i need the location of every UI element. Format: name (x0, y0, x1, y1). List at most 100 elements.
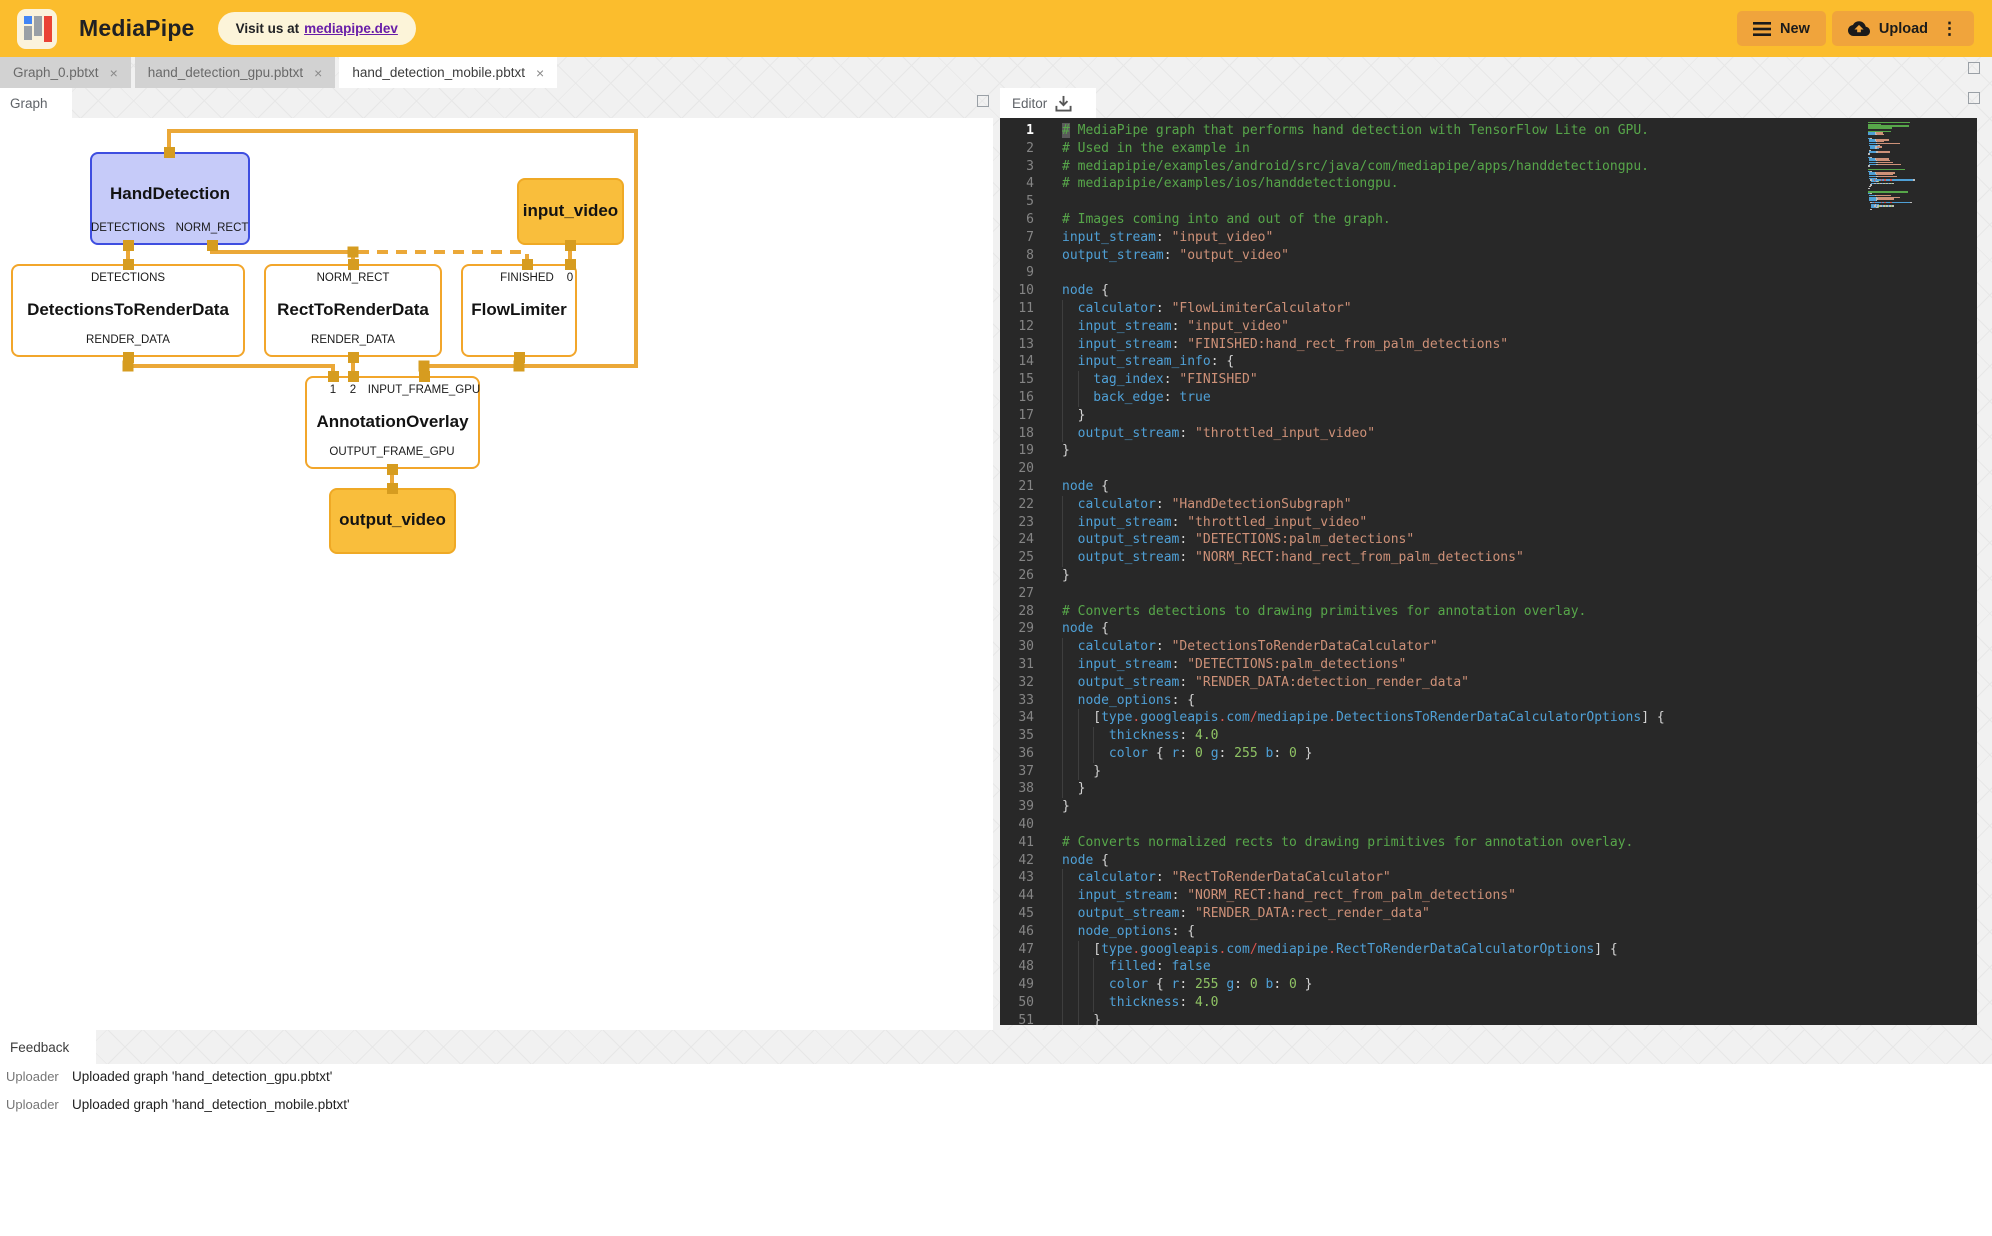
mediapipe-logo-icon (17, 9, 57, 49)
code-line[interactable]: 23input_stream: "throttled_input_video" (1000, 514, 1977, 532)
code-line[interactable]: 18output_stream: "throttled_input_video" (1000, 425, 1977, 443)
code-line[interactable]: 2# Used in the example in (1000, 140, 1977, 158)
maximize-editor-icon[interactable] (1968, 92, 1980, 104)
line-number: 12 (1000, 318, 1048, 336)
code-line[interactable]: 33node_options: { (1000, 692, 1977, 710)
graph-panel-tab[interactable]: Graph (0, 88, 72, 118)
code-line[interactable]: 32output_stream: "RENDER_DATA:detection_… (1000, 674, 1977, 692)
code-line[interactable]: 41# Converts normalized rects to drawing… (1000, 834, 1977, 852)
code-line[interactable]: 39} (1000, 798, 1977, 816)
code-line[interactable]: 5 (1000, 193, 1977, 211)
code-line[interactable]: 45output_stream: "RENDER_DATA:rect_rende… (1000, 905, 1977, 923)
code-line[interactable]: 47[type.googleapis.com/mediapipe.RectToR… (1000, 941, 1977, 959)
indent-guide (1062, 531, 1078, 549)
code-line[interactable]: 28# Converts detections to drawing primi… (1000, 603, 1977, 621)
port-label: FINISHED (500, 272, 554, 284)
port[interactable] (514, 352, 525, 363)
line-number: 46 (1000, 923, 1048, 941)
close-tab-icon[interactable]: × (536, 65, 544, 81)
editor-panel-tab[interactable]: Editor (1000, 88, 1096, 118)
new-button[interactable]: New (1737, 11, 1826, 46)
code-line[interactable]: 12input_stream: "input_video" (1000, 318, 1977, 336)
port[interactable] (387, 464, 398, 475)
port[interactable] (123, 240, 134, 251)
code-line[interactable]: 7input_stream: "input_video" (1000, 229, 1977, 247)
mediapipe-dev-link[interactable]: mediapipe.dev (304, 21, 398, 36)
code-line[interactable]: 15tag_index: "FINISHED" (1000, 371, 1977, 389)
code-line[interactable]: 49color { r: 255 g: 0 b: 0 } (1000, 976, 1977, 994)
code-lines[interactable]: 1# MediaPipe graph that performs hand de… (1000, 118, 1977, 1025)
port[interactable] (164, 147, 175, 158)
download-icon[interactable] (1055, 95, 1072, 112)
code-line[interactable]: 9 (1000, 264, 1977, 282)
list-icon (1753, 21, 1771, 37)
line-number: 5 (1000, 193, 1048, 211)
code-line[interactable]: 10node { (1000, 282, 1977, 300)
code-line[interactable]: 40 (1000, 816, 1977, 834)
code-line[interactable]: 22calculator: "HandDetectionSubgraph" (1000, 496, 1977, 514)
port[interactable] (522, 259, 533, 270)
upload-button[interactable]: Upload ⋮ (1832, 11, 1974, 46)
code-line[interactable]: 30calculator: "DetectionsToRenderDataCal… (1000, 638, 1977, 656)
code-line[interactable]: 36color { r: 0 g: 255 b: 0 } (1000, 745, 1977, 763)
editor-minimap[interactable] (1868, 122, 1916, 210)
code-line[interactable]: 19} (1000, 442, 1977, 460)
code-line[interactable]: 29node { (1000, 620, 1977, 638)
code-line[interactable]: 13input_stream: "FINISHED:hand_rect_from… (1000, 336, 1977, 354)
minimap-seg (1869, 151, 1876, 152)
code-line[interactable]: 8output_stream: "output_video" (1000, 247, 1977, 265)
maximize-top-icon[interactable] (1968, 62, 1980, 74)
port[interactable] (348, 259, 359, 270)
code-line[interactable]: 20 (1000, 460, 1977, 478)
code-line[interactable]: 24output_stream: "DETECTIONS:palm_detect… (1000, 531, 1977, 549)
code-editor[interactable]: 1# MediaPipe graph that performs hand de… (1000, 118, 1977, 1025)
port[interactable] (419, 371, 430, 382)
port[interactable] (565, 259, 576, 270)
code-line[interactable]: 44input_stream: "NORM_RECT:hand_rect_fro… (1000, 887, 1977, 905)
code-line[interactable]: 6# Images coming into and out of the gra… (1000, 211, 1977, 229)
code-line[interactable]: 17} (1000, 407, 1977, 425)
code-line[interactable]: 11calculator: "FlowLimiterCalculator" (1000, 300, 1977, 318)
code-line[interactable]: 31input_stream: "DETECTIONS:palm_detecti… (1000, 656, 1977, 674)
port[interactable] (565, 240, 576, 251)
line-content (1048, 460, 1062, 478)
file-tab-hand_detection_mobile.pbtxt[interactable]: hand_detection_mobile.pbtxt× (339, 57, 557, 88)
port[interactable] (207, 240, 218, 251)
code-line[interactable]: 50thickness: 4.0 (1000, 994, 1977, 1012)
close-tab-icon[interactable]: × (314, 65, 322, 81)
code-line[interactable]: 34[type.googleapis.com/mediapipe.Detecti… (1000, 709, 1977, 727)
feedback-message: Uploaded graph 'hand_detection_mobile.pb… (72, 1097, 350, 1112)
feedback-panel-tab[interactable]: Feedback (0, 1030, 96, 1064)
file-tab-Graph_0.pbtxt[interactable]: Graph_0.pbtxt× (0, 57, 131, 88)
port[interactable] (387, 483, 398, 494)
code-line[interactable]: 3# mediapipie/examples/android/src/java/… (1000, 158, 1977, 176)
code-line[interactable]: 27 (1000, 585, 1977, 603)
code-line[interactable]: 51} (1000, 1012, 1977, 1025)
indent-guide (1093, 994, 1109, 1012)
code-line[interactable]: 37} (1000, 763, 1977, 781)
port[interactable] (348, 352, 359, 363)
graph-canvas[interactable]: HandDetectionDETECTIONSNORM_RECTinput_vi… (0, 118, 993, 1030)
port[interactable] (348, 371, 359, 382)
code-line[interactable]: 35thickness: 4.0 (1000, 727, 1977, 745)
code-line[interactable]: 21node { (1000, 478, 1977, 496)
code-line[interactable]: 46node_options: { (1000, 923, 1977, 941)
port[interactable] (328, 371, 339, 382)
close-tab-icon[interactable]: × (110, 65, 118, 81)
code-line[interactable]: 42node { (1000, 852, 1977, 870)
code-line[interactable]: 43calculator: "RectToRenderDataCalculato… (1000, 869, 1977, 887)
maximize-graph-icon[interactable] (977, 95, 989, 107)
code-line[interactable]: 25output_stream: "NORM_RECT:hand_rect_fr… (1000, 549, 1977, 567)
code-line[interactable]: 1# MediaPipe graph that performs hand de… (1000, 122, 1977, 140)
code-line[interactable]: 26} (1000, 567, 1977, 585)
upload-menu-icon[interactable]: ⋮ (1941, 20, 1958, 37)
file-tab-hand_detection_gpu.pbtxt[interactable]: hand_detection_gpu.pbtxt× (135, 57, 336, 88)
code-line[interactable]: 4# mediapipie/examples/ios/handdetection… (1000, 175, 1977, 193)
code-line[interactable]: 48filled: false (1000, 958, 1977, 976)
port[interactable] (123, 259, 134, 270)
minimap-seg (1868, 165, 1870, 166)
code-line[interactable]: 16back_edge: true (1000, 389, 1977, 407)
port[interactable] (123, 352, 134, 363)
code-line[interactable]: 38} (1000, 780, 1977, 798)
code-line[interactable]: 14input_stream_info: { (1000, 353, 1977, 371)
